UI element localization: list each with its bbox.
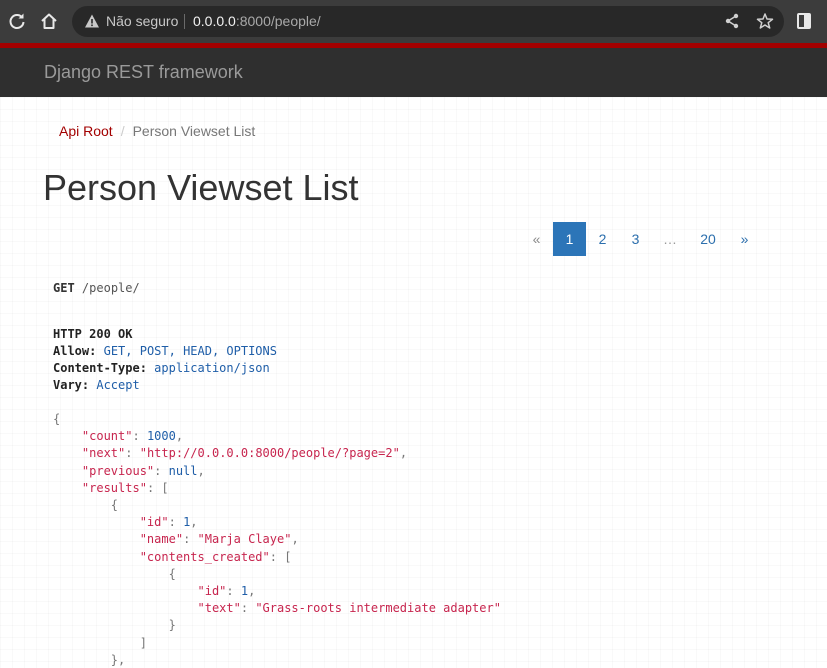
- response-body: { "count": 1000, "next": "http://0.0.0.0…: [53, 412, 501, 667]
- header-key: Allow:: [53, 344, 97, 358]
- not-secure-label[interactable]: Não seguro: [106, 13, 178, 29]
- request-path: /people/: [81, 281, 140, 295]
- json-content-id: 1: [240, 584, 249, 599]
- breadcrumb-api-root[interactable]: Api Root: [59, 123, 113, 139]
- url-text[interactable]: 0.0.0.0:8000/people/: [193, 13, 321, 29]
- side-panel-icon[interactable]: [797, 13, 811, 29]
- pagination-page-1[interactable]: 1: [553, 222, 586, 256]
- header-value: application/json: [154, 361, 270, 375]
- pagination-page-last[interactable]: 20: [688, 222, 728, 256]
- header-row: Vary: Accept: [53, 377, 277, 394]
- pagination-next[interactable]: »: [728, 222, 761, 256]
- address-bar[interactable]: Não seguro 0.0.0.0:8000/people/: [72, 6, 784, 37]
- json-previous: null: [168, 463, 198, 478]
- page-title: Person Viewset List: [43, 167, 359, 208]
- header-row: Allow: GET, POST, HEAD, OPTIONS: [53, 343, 277, 360]
- json-content-text: "Grass-roots intermediate adapter": [255, 601, 501, 616]
- header-value: GET, POST, HEAD, OPTIONS: [103, 344, 277, 358]
- json-result-name: "Marja Claye": [197, 532, 292, 547]
- header-value: Accept: [96, 378, 140, 392]
- header-key: Vary:: [53, 378, 90, 392]
- warning-icon[interactable]: [84, 13, 100, 29]
- browser-toolbar: Não seguro 0.0.0.0:8000/people/: [0, 0, 827, 43]
- pagination-page-2[interactable]: 2: [586, 222, 619, 256]
- navbar: Django REST framework: [0, 48, 827, 97]
- pagination-prev[interactable]: «: [520, 222, 553, 256]
- share-icon[interactable]: [723, 12, 741, 30]
- reload-icon[interactable]: [6, 10, 28, 32]
- json-count: 1000: [146, 429, 176, 444]
- breadcrumb: Api Root / Person Viewset List: [59, 123, 255, 139]
- json-next-link[interactable]: "http://0.0.0.0:8000/people/?page=2": [140, 446, 400, 460]
- header-row: Content-Type: application/json: [53, 360, 277, 377]
- url-rest: :8000/people/: [235, 13, 321, 29]
- brand-link[interactable]: Django REST framework: [44, 62, 243, 83]
- home-icon[interactable]: [38, 10, 60, 32]
- star-icon[interactable]: [756, 12, 774, 30]
- omnibox-divider: [184, 14, 185, 29]
- response-status: HTTP 200 OK: [53, 327, 133, 341]
- page-content: Api Root / Person Viewset List Person View…: [0, 97, 827, 668]
- request-method: GET: [53, 281, 75, 295]
- url-host: 0.0.0.0: [193, 13, 236, 29]
- pagination-ellipsis: …: [663, 231, 677, 247]
- breadcrumb-current: Person Viewset List: [132, 123, 256, 139]
- breadcrumb-separator: /: [120, 123, 125, 139]
- header-key: Content-Type:: [53, 361, 147, 375]
- pagination-page-3[interactable]: 3: [619, 222, 652, 256]
- request-line: GET /people/: [53, 281, 140, 295]
- response-headers: HTTP 200 OK Allow: GET, POST, HEAD, OPTI…: [53, 326, 277, 394]
- pagination: « 1 2 3 … 20 »: [520, 222, 761, 256]
